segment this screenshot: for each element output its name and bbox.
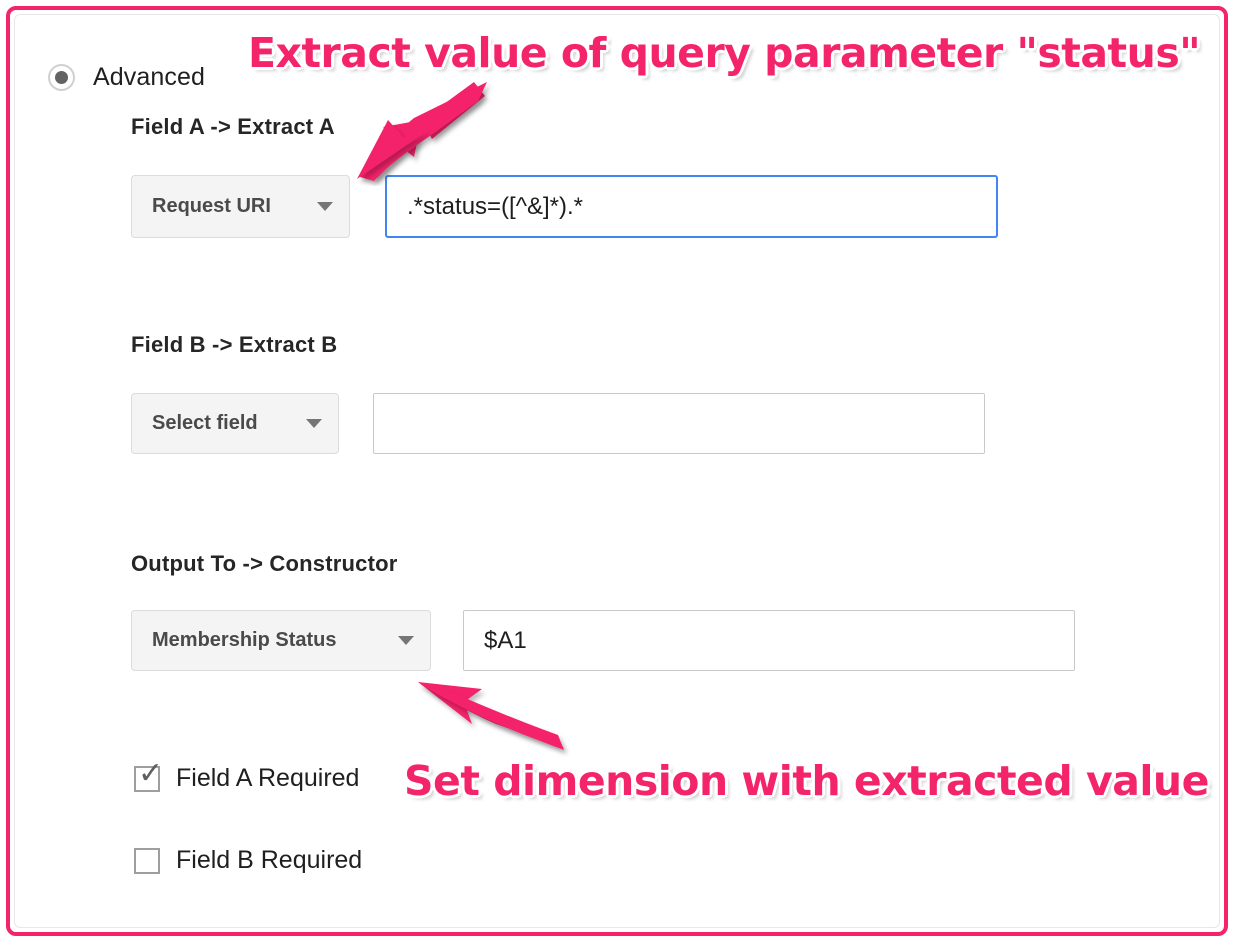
chevron-down-icon <box>398 636 414 645</box>
advanced-mode-radio-row[interactable]: Advanced <box>48 63 205 92</box>
field-a-dropdown[interactable]: Request URI <box>131 175 350 238</box>
field-a-required-checkbox-row[interactable]: ✓ Field A Required <box>134 758 360 793</box>
field-b-required-label: Field B Required <box>176 846 363 874</box>
constructor-input[interactable]: $A1 <box>463 610 1075 671</box>
annotation-top-text: Extract value of query parameter "status… <box>248 29 1201 77</box>
advanced-mode-label: Advanced <box>93 63 205 91</box>
output-to-dropdown-value: Membership Status <box>152 629 337 651</box>
field-b-required-checkbox[interactable] <box>134 847 160 874</box>
screenshot-root: Advanced Field A -> Extract A Request UR… <box>0 0 1234 942</box>
field-a-required-checkbox[interactable]: ✓ <box>134 758 163 792</box>
radio-dot-icon <box>55 71 68 84</box>
field-b-dropdown[interactable]: Select field <box>131 393 339 454</box>
annotation-bottom-text: Set dimension with extracted value <box>404 757 1209 805</box>
field-b-section-label: Field B -> Extract B <box>131 332 338 357</box>
field-a-dropdown-value: Request URI <box>152 195 271 217</box>
chevron-down-icon <box>306 419 322 428</box>
check-icon: ✓ <box>138 756 164 790</box>
chevron-down-icon <box>317 202 333 211</box>
extract-a-input[interactable]: .*status=([^&]*).* <box>385 175 998 238</box>
field-b-required-checkbox-row[interactable]: Field B Required <box>134 846 362 875</box>
constructor-input-value: $A1 <box>484 626 527 654</box>
extract-b-input[interactable] <box>373 393 985 454</box>
field-a-required-label: Field A Required <box>176 764 360 792</box>
output-to-dropdown[interactable]: Membership Status <box>131 610 431 671</box>
field-b-dropdown-value: Select field <box>152 412 258 434</box>
radio-selected-icon[interactable] <box>48 64 75 91</box>
field-a-section-label: Field A -> Extract A <box>131 114 335 139</box>
extract-a-input-value: .*status=([^&]*).* <box>407 192 583 220</box>
output-to-section-label: Output To -> Constructor <box>131 551 398 576</box>
